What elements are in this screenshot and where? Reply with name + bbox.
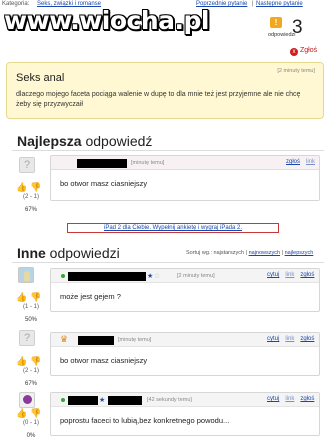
answer-card: ★ [42 sekundy temu] cytuj link zgłoś popro… [50, 392, 320, 436]
cite-link[interactable]: cytuj [267, 336, 279, 342]
question-box: [2 minuty temu] Seks anal dlaczego mojeg… [6, 62, 324, 119]
permalink[interactable]: link [285, 336, 294, 342]
answer-actions: cytuj link zgłoś [261, 396, 314, 402]
report-question-button[interactable]: x Zgłoś [290, 47, 317, 56]
report-link[interactable]: zgłoś [300, 396, 314, 402]
permalink[interactable]: link [285, 272, 294, 278]
redacted-username [68, 272, 146, 281]
question-title: Seks anal [16, 72, 65, 84]
vote-score: (0 - 1) [22, 420, 39, 426]
thumbs-up-icon[interactable]: 👍 [16, 408, 27, 419]
sort-newest-link[interactable]: najnowszych [249, 250, 281, 256]
promo-banner[interactable]: iPad 2 dla Ciebie. Wypełnij ankietę i wy… [67, 223, 279, 233]
sort-best-link[interactable]: najlepszych [285, 250, 314, 256]
vote-score: (2 - 1) [22, 194, 39, 200]
star-icon: ★ [147, 273, 154, 280]
report-link[interactable]: zgłoś [300, 336, 314, 342]
others-heading-rest: odpowiedzi [45, 245, 120, 261]
report-label: Zgłoś [300, 47, 318, 54]
answer-actions: cytuj link zgłoś [261, 272, 314, 278]
avatar [19, 392, 35, 408]
cite-link[interactable]: cytuj [267, 396, 279, 402]
vote-score: (2 - 1) [22, 368, 39, 374]
answer-body: bo otwor masz ciasniejszy [60, 356, 148, 365]
best-heading-bold: Najlepsza [17, 133, 82, 149]
permalink[interactable]: link [285, 396, 294, 402]
close-circle-icon: x [290, 48, 298, 56]
answer-time: [42 sekundy temu] [147, 397, 192, 403]
online-status-icon [61, 398, 65, 402]
promo-link[interactable]: iPad 2 dla Ciebie. Wypełnij ankietę i wy… [104, 225, 242, 231]
cite-link[interactable]: cytuj [267, 272, 279, 278]
nav-separator: | [252, 1, 254, 7]
answer-time: [2 minuty temu] [177, 273, 215, 279]
question-time: [2 minuty temu] [277, 68, 315, 74]
answers-count-label: odpowiedzi [268, 32, 296, 38]
thumbs-down-icon[interactable]: 👎 [30, 408, 41, 419]
redacted-username [68, 396, 98, 405]
next-question-link[interactable]: Następne pytanie [256, 1, 303, 7]
report-link[interactable]: zgłoś [300, 272, 314, 278]
alert-badge-icon: ! [270, 17, 282, 28]
report-link[interactable]: zgłoś [286, 159, 300, 165]
sort-options: Sortuj wg.: najstarszych | najnowszych |… [186, 250, 313, 256]
crown-icon: ♛ [60, 334, 69, 344]
vote-percent: 67% [24, 381, 37, 387]
vote-percent: 0% [26, 433, 36, 439]
vote-box: 👍 👎 (2 - 1) 67% [16, 182, 46, 216]
answer-body: poprostu faceci to lubią,bez konkretnego… [60, 416, 230, 425]
answer-actions: cytuj link zgłoś [261, 336, 314, 342]
best-answer-heading: Najlepsza odpowiedź [17, 133, 152, 149]
online-status-icon [61, 274, 65, 278]
thumbs-down-icon[interactable]: 👎 [30, 356, 41, 367]
vote-box: 👍 👎 (2 - 1) 67% [16, 356, 46, 390]
sort-separator: | [245, 250, 248, 256]
redacted-username [78, 336, 114, 345]
vote-score: (1 - 1) [22, 304, 39, 310]
avatar [19, 330, 35, 346]
sort-label: Sortuj wg.: najstarszych [186, 250, 245, 256]
divider [12, 150, 324, 151]
thumbs-up-icon[interactable]: 👍 [16, 356, 27, 367]
sort-separator: | [281, 250, 284, 256]
answer-card: ★ ☆ [2 minuty temu] cytuj link zgłoś może … [50, 268, 320, 312]
site-watermark: www.wiocha.pl [4, 6, 209, 35]
answer-body: bo otwor masz ciasniejszy [60, 179, 148, 188]
answer-actions: zgłoś link [280, 159, 315, 165]
answer-card: ♛ [minutę temu] cytuj link zgłoś bo otwor … [50, 332, 320, 376]
question-body: dlaczego mojego faceta pociąga walenie w… [16, 91, 301, 108]
best-answer-card: [minutę temu] zgłoś link bo otwor masz ci… [50, 155, 320, 201]
redacted-username [108, 396, 142, 405]
vote-box: 👍 👎 (1 - 1) 50% [16, 292, 46, 326]
vote-percent: 67% [24, 207, 37, 213]
thumbs-down-icon[interactable]: 👎 [30, 292, 41, 303]
star-outline-icon: ☆ [154, 273, 161, 280]
best-heading-rest: odpowiedź [81, 133, 153, 149]
answers-count: ! 3 odpowiedzi [268, 15, 324, 43]
avatar [18, 267, 34, 283]
others-heading-bold: Inne [17, 245, 46, 261]
redacted-username [77, 159, 127, 168]
answer-body: może jest gejem ? [60, 292, 121, 301]
thumbs-up-icon[interactable]: 👍 [16, 182, 27, 193]
thumbs-down-icon[interactable]: 👎 [30, 182, 41, 193]
avatar [19, 157, 35, 173]
thumbs-up-icon[interactable]: 👍 [16, 292, 27, 303]
answer-time: [minutę temu] [118, 337, 152, 343]
divider [12, 262, 324, 263]
answer-time: [minutę temu] [131, 160, 165, 166]
other-answers-heading: Inne odpowiedzi [17, 245, 120, 261]
vote-box: 👍 👎 (0 - 1) 0% [16, 408, 46, 442]
star-icon: ★ [99, 397, 106, 404]
permalink[interactable]: link [306, 159, 315, 165]
vote-percent: 50% [24, 317, 37, 323]
